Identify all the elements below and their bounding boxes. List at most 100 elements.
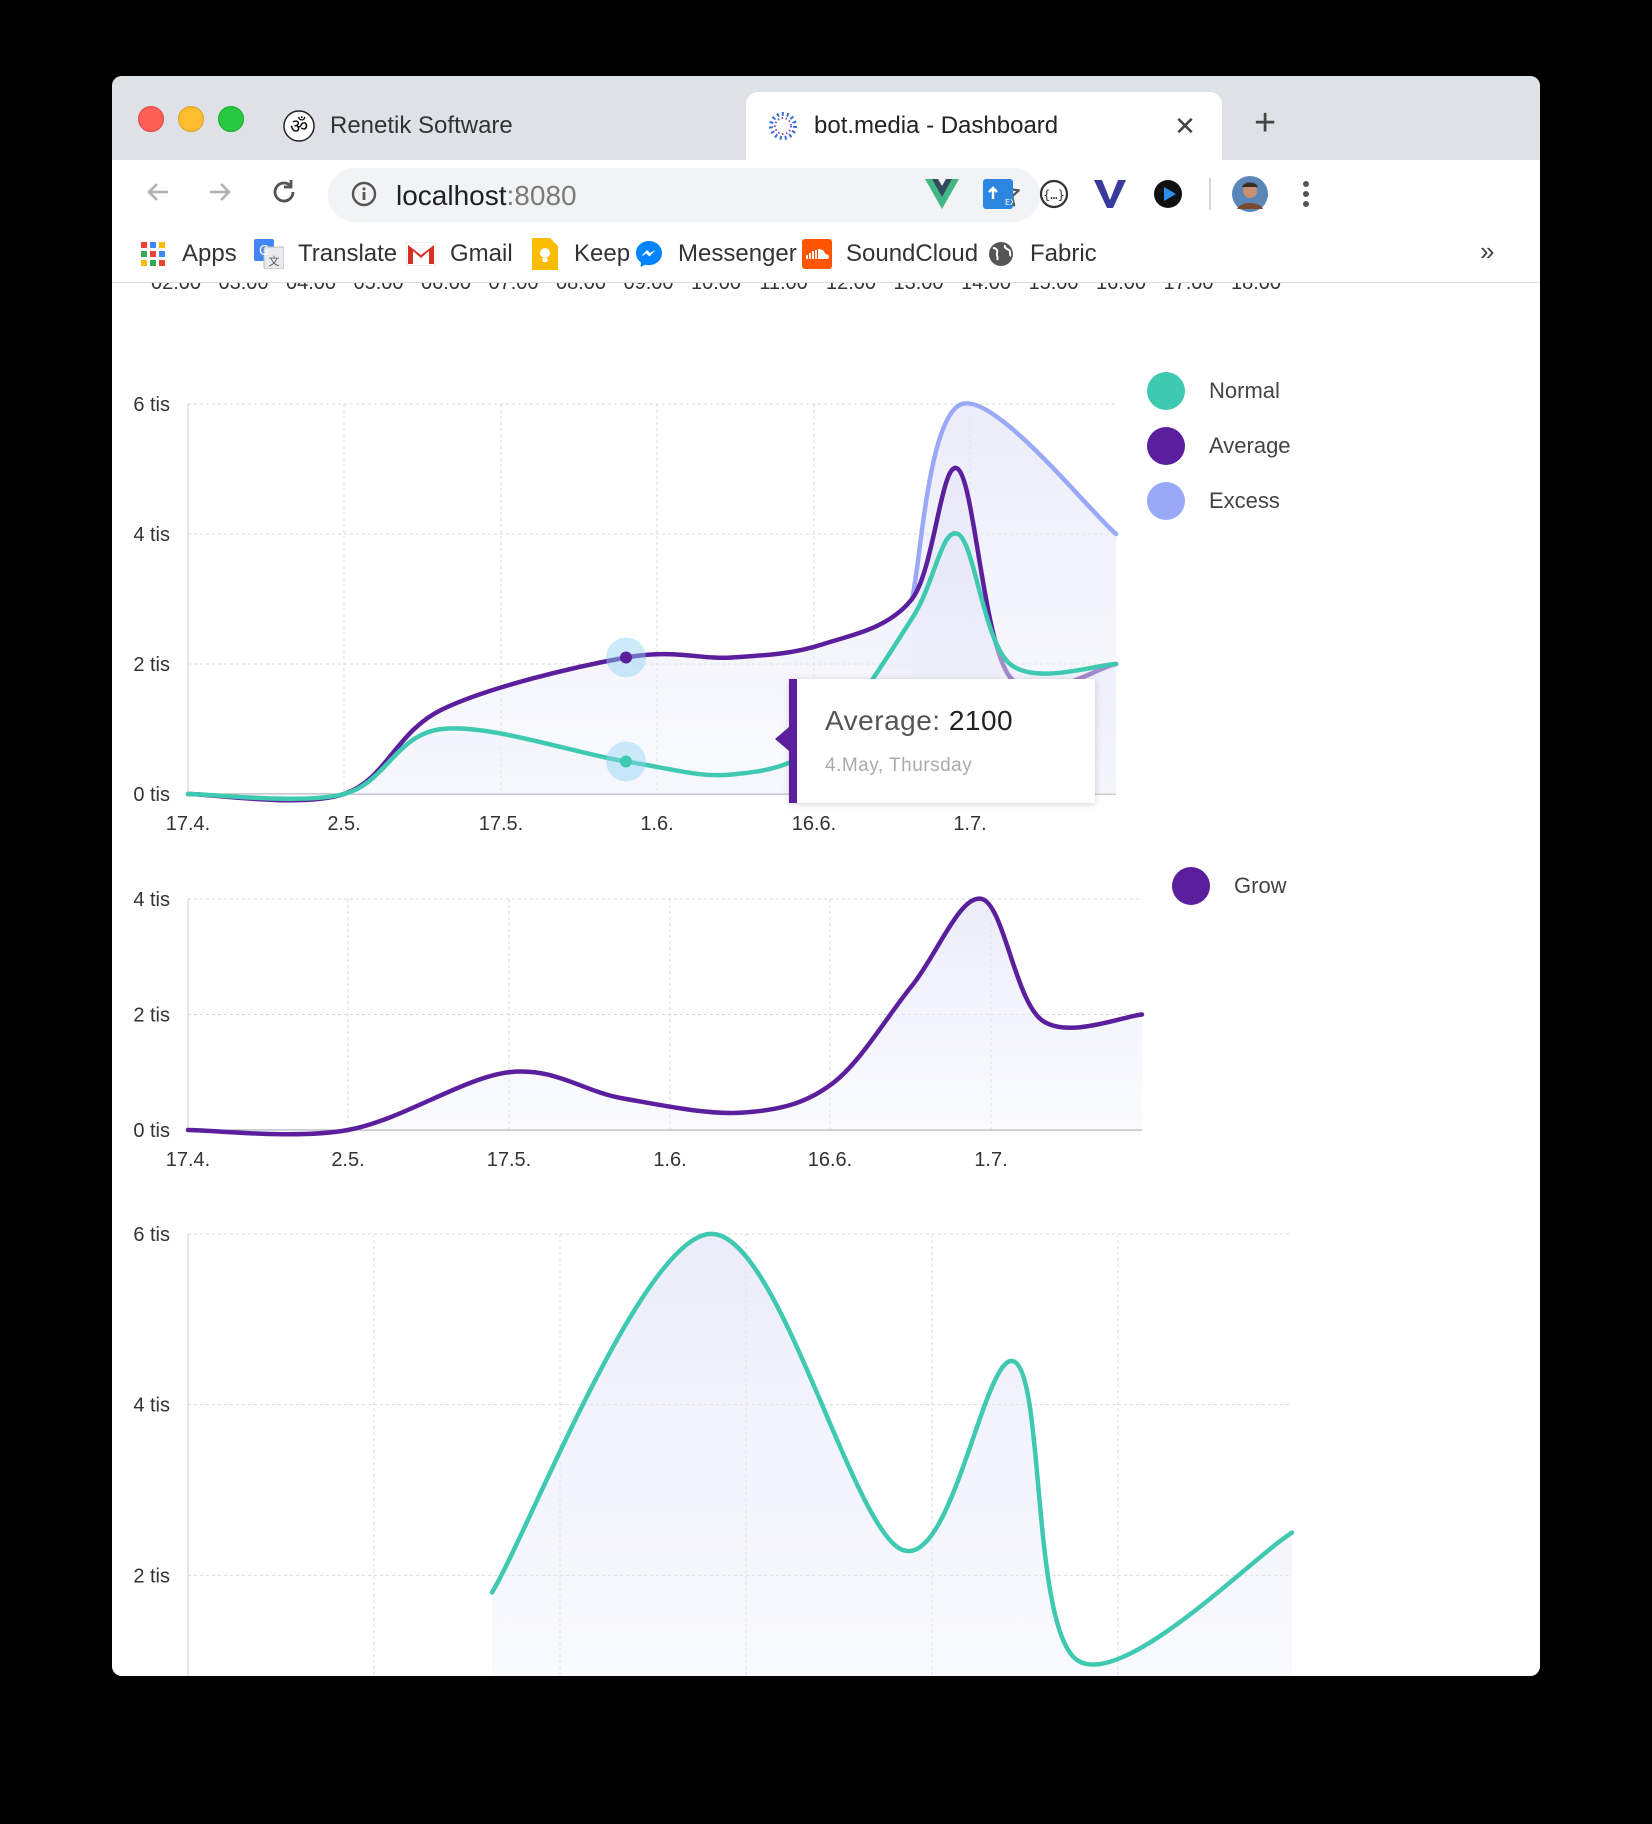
legend-average[interactable]: Average: [1147, 427, 1291, 465]
bookmark-label: Messenger: [678, 240, 797, 267]
x-tick-label: 17.5.: [487, 1149, 531, 1171]
forward-button[interactable]: [198, 170, 242, 214]
menu-kebab-icon[interactable]: [1286, 174, 1326, 214]
dashboard-content: 02:00 03:00 04:00 05:00 06:00 07:00 08:00 09:00…: [112, 283, 1540, 1676]
series-area-fill: [188, 898, 1142, 1135]
x-tick-label: 16.6.: [792, 813, 836, 835]
clipped-tick-label: 05:00: [353, 283, 403, 294]
back-arrow-icon: [147, 183, 168, 201]
tooltip-pointer: [775, 727, 789, 751]
x-tick-label: 17.4.: [166, 1149, 210, 1171]
tooltip-label: Average:: [825, 705, 941, 736]
bookmark-label: Keep: [574, 240, 631, 267]
x-tick-label: 1.7.: [974, 1149, 1007, 1171]
legend-excess[interactable]: Excess: [1147, 482, 1280, 520]
legend-grow[interactable]: Grow: [1172, 867, 1287, 905]
new-tab-button[interactable]: +: [1254, 104, 1276, 142]
x-tick-label: 17.5.: [479, 813, 523, 835]
site-info-icon[interactable]: [350, 180, 378, 213]
tooltip-value: 2100: [948, 705, 1014, 736]
clipped-tick-label: 12:00: [826, 283, 876, 294]
tooltip-date: 4.May, Thursday: [825, 755, 973, 776]
v-extension-icon[interactable]: [1090, 174, 1130, 214]
clipped-tick-label: 09:00: [623, 283, 673, 294]
browser-toolbar: localhost:8080 EX {…}: [112, 160, 1540, 226]
bookmark-messenger[interactable]: Messenger: [634, 236, 797, 272]
bookmark-soundcloud[interactable]: SoundCloud: [802, 236, 978, 272]
clipped-tick-label: 04:00: [286, 283, 336, 294]
clipped-tick-label: 06:00: [421, 283, 471, 294]
x-tick-label: 16.6.: [808, 1149, 852, 1171]
clipped-tick-label: 11:00: [759, 283, 808, 294]
tab-dashboard[interactable]: bot.media - Dashboard ✕: [746, 92, 1222, 160]
tab-title: bot.media - Dashboard: [814, 112, 1059, 139]
y-tick-label: 6 tis: [133, 1224, 170, 1246]
clipped-tick-label: 14:00: [961, 283, 1011, 294]
bookmark-apps[interactable]: Apps: [138, 236, 237, 272]
clipped-tick-label: 10:00: [691, 283, 741, 294]
chart-tooltip: Average: 2100 4.May, Thursday: [775, 679, 1095, 803]
media-player-icon[interactable]: [1148, 174, 1188, 214]
y-tick-label: 4 tis: [133, 1395, 170, 1417]
y-tick-label: 2 tis: [133, 1005, 170, 1027]
forward-arrow-icon: [210, 183, 231, 201]
legend-label: Grow: [1234, 873, 1287, 898]
tooltip-title: Average: 2100: [825, 705, 1013, 737]
y-tick-label: 2 tis: [133, 1565, 170, 1587]
series-area-fill: [492, 1233, 1292, 1676]
gmail-icon: [406, 239, 436, 269]
legend-label: Average: [1209, 433, 1291, 458]
browser-window: ॐ Renetik Software ✕ bot.media - Dashboa…: [112, 76, 1540, 1676]
zoom-window-button[interactable]: [218, 106, 244, 132]
x-tick-label: 2.5.: [331, 1149, 364, 1171]
legend-swatch: [1147, 427, 1185, 465]
clipped-tick-label: 08:00: [556, 283, 606, 294]
legend-label: Excess: [1209, 488, 1280, 513]
bookmarks-bar: Apps G文 Translate Gmail Keep Messenger S…: [112, 226, 1540, 283]
reload-button[interactable]: [262, 170, 306, 214]
clipped-tick-label: 17:00: [1163, 283, 1213, 294]
bookmark-translate[interactable]: G文 Translate: [254, 236, 397, 272]
legend-swatch: [1172, 867, 1210, 905]
globe-icon: [986, 239, 1016, 269]
y-tick-label: 0 tis: [133, 1120, 170, 1142]
svg-text:{…}: {…}: [1043, 188, 1065, 202]
clipped-tick-label: 15:00: [1028, 283, 1078, 294]
x-tick-label: 17.4.: [166, 813, 210, 835]
bookmark-keep[interactable]: Keep: [530, 236, 630, 272]
soundcloud-icon: [802, 239, 832, 269]
keep-icon: [530, 238, 560, 270]
legend-label: Normal: [1209, 378, 1280, 403]
json-formatter-icon[interactable]: {…}: [1034, 174, 1074, 214]
svg-text:ॐ: ॐ: [290, 114, 308, 138]
messenger-icon: [634, 239, 664, 269]
minimize-window-button[interactable]: [178, 106, 204, 132]
legend-swatch: [1147, 372, 1185, 410]
bookmark-label: Fabric: [1030, 240, 1097, 267]
x-tick-label: 2.5.: [327, 813, 360, 835]
back-button[interactable]: [136, 170, 180, 214]
y-tick-label: 2 tis: [133, 654, 170, 676]
profile-avatar[interactable]: [1230, 174, 1270, 214]
url-port: :8080: [506, 180, 577, 211]
y-tick-label: 4 tis: [133, 889, 170, 911]
legend-normal[interactable]: Normal: [1147, 372, 1280, 410]
legend-swatch: [1147, 482, 1185, 520]
vue-devtools-icon[interactable]: [922, 174, 962, 214]
bookmark-label: Translate: [298, 240, 398, 267]
bookmark-fabric[interactable]: Fabric: [986, 236, 1097, 272]
close-window-button[interactable]: [138, 106, 164, 132]
bookmark-label: SoundCloud: [846, 240, 979, 267]
charts-canvas: 02:00 03:00 04:00 05:00 06:00 07:00 08:00 09:00…: [133, 283, 1295, 1676]
clipped-tick-label: 13:00: [893, 283, 943, 294]
hover-point: [620, 651, 632, 664]
reload-icon: [273, 180, 295, 203]
tab-close-icon[interactable]: ✕: [1170, 111, 1200, 142]
y-tick-label: 6 tis: [133, 394, 170, 416]
x-tick-label: 1.6.: [653, 1149, 686, 1171]
ex-extension-icon[interactable]: EX: [978, 174, 1018, 214]
clipped-tick-label: 03:00: [218, 283, 268, 294]
bookmark-gmail[interactable]: Gmail: [406, 236, 513, 272]
om-icon: ॐ: [282, 109, 316, 143]
bookmarks-overflow-button[interactable]: »: [1480, 236, 1494, 267]
